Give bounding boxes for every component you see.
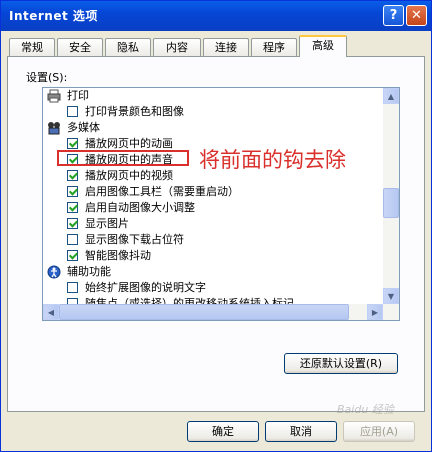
advanced-panel: 设置(S): 打印 打印背景颜色和图像 多媒体 播放网页中的动画 播放网页中的声… [7, 56, 425, 412]
category-label: 打印 [67, 89, 89, 102]
help-button[interactable]: ? [383, 5, 404, 26]
close-icon: ✕ [411, 8, 422, 23]
multimedia-icon [48, 122, 60, 135]
settings-label: 设置(S): [26, 71, 68, 84]
chevron-left-icon: ◀ [47, 307, 55, 317]
checkbox[interactable] [67, 170, 78, 181]
accessibility-icon [47, 265, 61, 279]
help-icon: ? [389, 8, 398, 23]
tab-programs[interactable]: 程序 [251, 38, 297, 56]
apply-button[interactable]: 应用(A) [343, 421, 415, 442]
checkbox[interactable] [67, 234, 78, 245]
chevron-right-icon: ▶ [371, 307, 379, 317]
checkbox[interactable] [67, 138, 78, 149]
horizontal-scroll-thumb[interactable] [59, 304, 349, 320]
checkbox[interactable] [67, 202, 78, 213]
category-label: 多媒体 [67, 121, 100, 134]
tab-privacy[interactable]: 隐私 [105, 38, 151, 56]
checkbox-label: 显示图像下载占位符 [85, 233, 184, 246]
checkbox-label: 启用自动图像大小调整 [85, 201, 195, 214]
tab-content[interactable]: 内容 [153, 38, 201, 56]
checkbox-label: 始终扩展图像的说明文字 [85, 281, 206, 294]
close-button[interactable]: ✕ [406, 5, 427, 26]
vertical-scrollbar[interactable]: ▲ ▼ [383, 88, 399, 304]
chevron-down-icon: ▼ [387, 291, 395, 301]
checkbox-label: 智能图像抖动 [85, 249, 151, 262]
scroll-down-button[interactable]: ▼ [383, 288, 399, 304]
ok-button[interactable]: 确定 [187, 421, 259, 442]
tab-connections[interactable]: 连接 [203, 38, 249, 56]
window-title: Internet 选项 [9, 9, 98, 23]
checkbox[interactable] [67, 282, 78, 293]
checkbox-label: 播放网页中的视频 [85, 169, 173, 182]
cancel-button[interactable]: 取消 [265, 421, 337, 442]
checkbox[interactable] [67, 186, 78, 197]
tab-general[interactable]: 常规 [9, 38, 55, 56]
tab-advanced[interactable]: 高级 [299, 35, 347, 57]
annotation-text: 将前面的钩去除 [199, 148, 346, 172]
checkbox[interactable] [67, 250, 78, 261]
restore-defaults-button[interactable]: 还原默认设置(R) [284, 353, 398, 374]
internet-options-dialog: Internet 选项 ? ✕ 常规 安全 隐私 内容 连接 程序 高级 设置(… [0, 0, 432, 452]
watermark: Baidu 经验 [337, 403, 394, 416]
checkbox[interactable] [67, 218, 78, 229]
vertical-scroll-thumb[interactable] [383, 188, 399, 218]
printer-icon [47, 89, 61, 103]
tab-security[interactable]: 安全 [57, 38, 103, 56]
checkbox-label: 显示图片 [85, 217, 129, 230]
checkbox[interactable] [67, 106, 78, 117]
scroll-left-button[interactable]: ◀ [43, 304, 59, 320]
category-label: 辅助功能 [67, 265, 111, 278]
horizontal-scrollbar[interactable]: ◀ ▶ [43, 304, 399, 320]
scroll-right-button[interactable]: ▶ [367, 304, 383, 320]
checkbox-label: 启用图像工具栏（需要重启动） [85, 185, 239, 198]
chevron-up-icon: ▲ [387, 91, 395, 101]
settings-list[interactable]: 打印 打印背景颜色和图像 多媒体 播放网页中的动画 播放网页中的声音 播放网页中… [42, 87, 400, 321]
highlight-box [57, 150, 189, 166]
scroll-up-button[interactable]: ▲ [383, 88, 399, 104]
title-bar[interactable]: Internet 选项 ? ✕ [1, 1, 431, 31]
checkbox-label: 打印背景颜色和图像 [85, 105, 184, 118]
